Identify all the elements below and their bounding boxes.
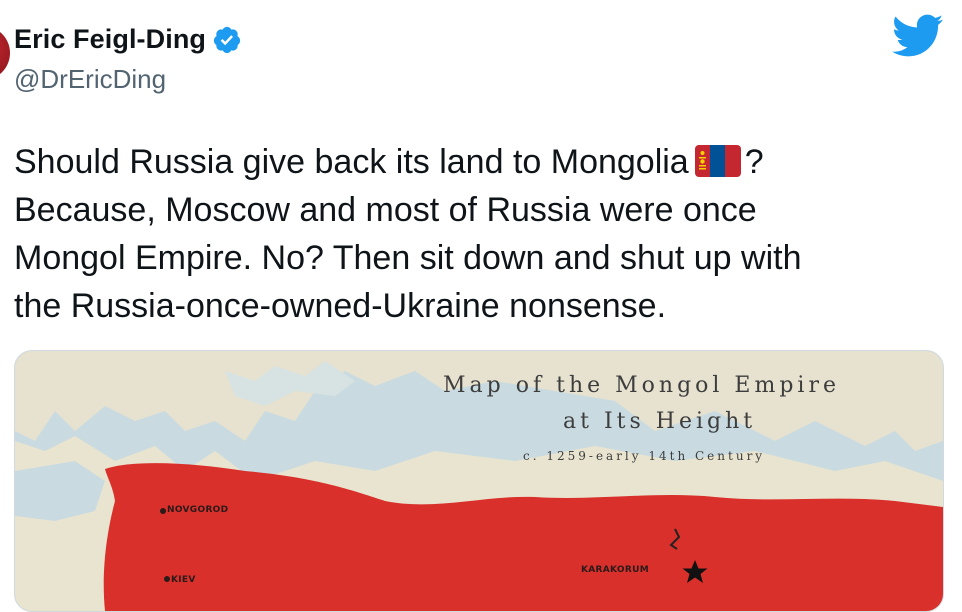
tweet-line-3: Mongol Empire. No? Then sit down and shu… (14, 239, 802, 277)
tweet-line-1-end: ? (744, 143, 764, 181)
tweet-line-1-text: Should Russia give back its land to Mong… (14, 143, 689, 181)
tweet-line-1: Should Russia give back its land to Mong… (14, 138, 944, 186)
author-handle[interactable]: @DrEricDing (14, 64, 166, 95)
city-label-novgorod: NOVGOROD (167, 505, 229, 515)
author-display-name[interactable]: Eric Feigl-Ding (14, 24, 206, 55)
author-avatar[interactable] (0, 26, 10, 80)
map-title-line-1: Map of the Mongol Empire (443, 373, 840, 398)
map-title-line-3: c. 1259-early 14th Century (523, 449, 766, 463)
verified-badge-icon (213, 26, 241, 53)
map-title-line-2: at Its Height (563, 409, 757, 434)
twitter-bird-icon[interactable] (892, 14, 944, 58)
tweet-line-2: Because, Moscow and most of Russia were … (14, 191, 757, 229)
tweet-media-image[interactable]: Map of the Mongol Empire at Its Height c… (14, 350, 944, 612)
city-label-kiev: KIEV (171, 575, 196, 585)
mongolia-flag-icon (694, 145, 741, 177)
tweet-text: Should Russia give back its land to Mong… (14, 138, 944, 330)
tweet-line-4: the Russia-once-owned-Ukraine nonsense. (14, 287, 667, 325)
city-label-karakorum: KARAKORUM (581, 565, 649, 575)
author-name-row[interactable]: Eric Feigl-Ding (14, 24, 242, 55)
